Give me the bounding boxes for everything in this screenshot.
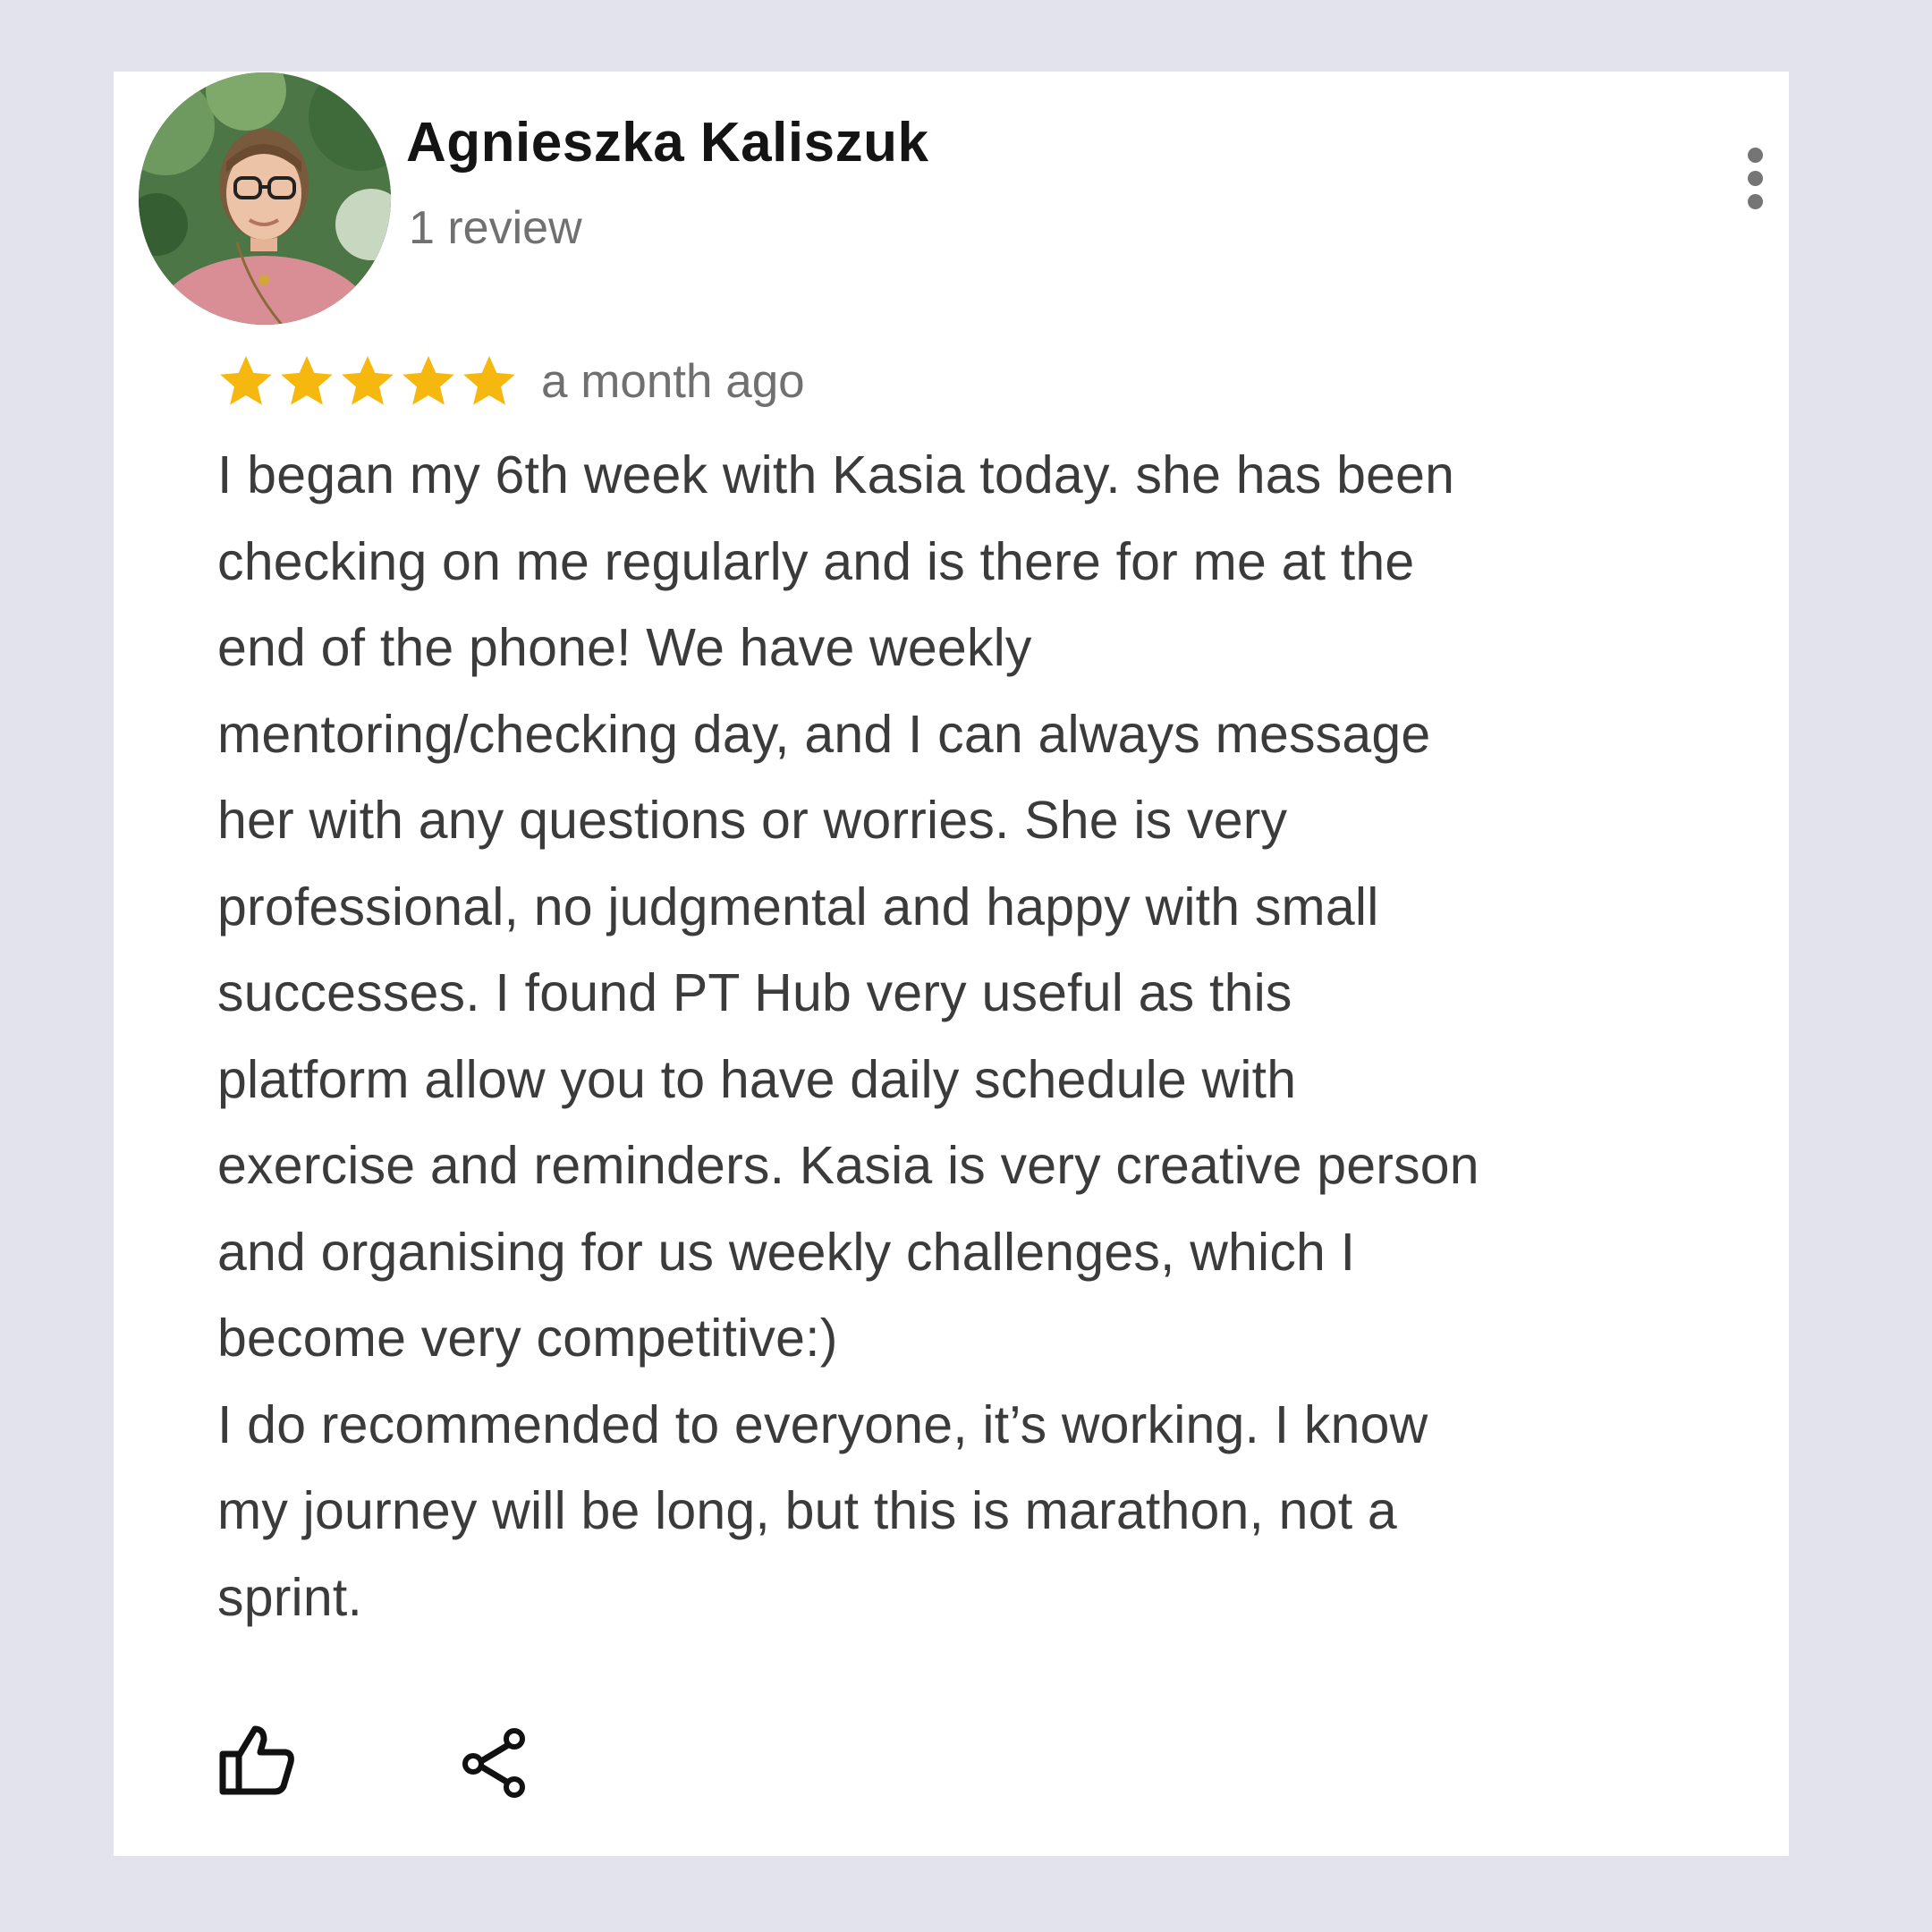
- more-vertical-icon-dot: [1748, 148, 1763, 163]
- star-icon: [281, 356, 333, 405]
- review-count[interactable]: 1 review: [409, 201, 582, 255]
- thumbs-up-icon: [219, 1725, 294, 1795]
- review-date: a month ago: [541, 354, 805, 408]
- review-text-line: become very competitive:): [217, 1309, 838, 1368]
- share-icon: [462, 1728, 525, 1798]
- review-text-line: I do recommended to everyone, it’s worki…: [217, 1394, 1428, 1454]
- share-button[interactable]: [459, 1723, 536, 1800]
- rating-row: a month ago: [217, 345, 805, 417]
- review-card: Agnieszka Kaliszuk 1 review a month ago …: [114, 72, 1789, 1856]
- review-text-line: and organising for us weekly challenges,…: [217, 1222, 1356, 1282]
- more-vertical-icon-dot: [1748, 171, 1763, 186]
- review-text-line: mentoring/checking day, and I can always…: [217, 704, 1431, 764]
- review-text-line: sprint.: [217, 1567, 363, 1627]
- star-icon: [463, 356, 515, 405]
- more-vertical-icon-dot: [1748, 194, 1763, 209]
- review-text-line: end of the phone! We have weekly: [217, 618, 1032, 677]
- star-icon: [220, 356, 272, 405]
- review-text-line: I began my 6th week with Kasia today. sh…: [217, 445, 1455, 504]
- review-text-line: platform allow you to have daily schedul…: [217, 1049, 1297, 1109]
- star-icon: [342, 356, 394, 405]
- star-icon: [402, 356, 454, 405]
- like-button[interactable]: [216, 1720, 296, 1801]
- review-text-line: professional, no judgmental and happy wi…: [217, 877, 1379, 936]
- review-text-line: exercise and reminders. Kasia is very cr…: [217, 1136, 1479, 1195]
- review-text-line: her with any questions or worries. She i…: [217, 791, 1288, 850]
- star-rating: [217, 352, 521, 410]
- avatar[interactable]: [139, 72, 391, 325]
- avatar-photo: [139, 72, 391, 325]
- review-text-line: my journey will be long, but this is mar…: [217, 1481, 1397, 1540]
- review-text-line: successes. I found PT Hub very useful as…: [217, 963, 1292, 1022]
- author-name[interactable]: Agnieszka Kaliszuk: [406, 111, 928, 174]
- review-text-line: checking on me regularly and is there fo…: [217, 531, 1415, 591]
- review-text: I began my 6th week with Kasia today. sh…: [217, 432, 1702, 1640]
- more-options-button[interactable]: [1738, 143, 1774, 215]
